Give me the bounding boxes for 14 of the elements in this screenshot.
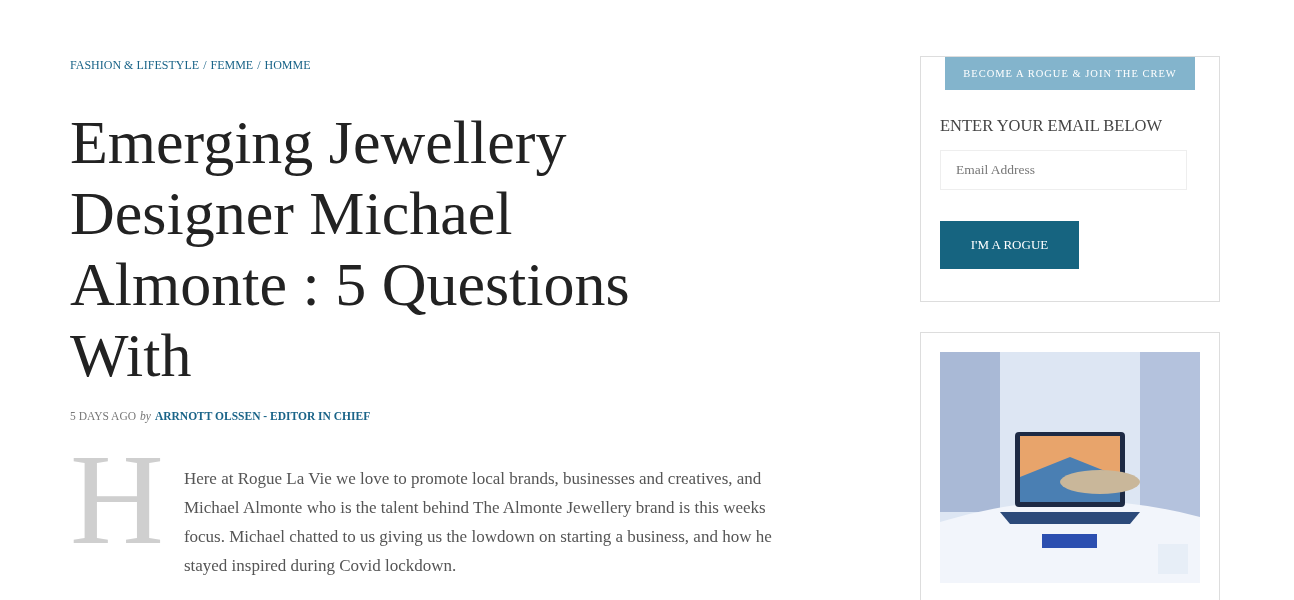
- breadcrumb-separator: /: [203, 58, 207, 73]
- signup-banner: BECOME A ROGUE & JOIN THE CREW: [945, 57, 1195, 90]
- byline-word: by: [140, 410, 151, 422]
- signup-button[interactable]: I'M A ROGUE: [940, 221, 1079, 269]
- category-link[interactable]: HOMME: [264, 58, 311, 73]
- category-link[interactable]: FASHION & LIFESTYLE: [70, 58, 200, 73]
- signup-heading: ENTER YOUR EMAIL BELOW: [940, 116, 1163, 136]
- category-link[interactable]: FEMME: [210, 58, 254, 73]
- intro-paragraph: Here at Rogue La Vie we love to promote local brands, businesses and creatives, and Michael Almonte who is the talent behind The Almonte Jewellery brand is this weeks focus. Michael chatted to us giving us the lowdown on starting a business, and how he stayed inspired during Covid lockdown.: [183, 468, 773, 577]
- article-title: Emerging Jewellery Designer Michael Almonte : 5 Questions With: [70, 107, 631, 391]
- author-link[interactable]: ARRNOTT OLSSEN - EDITOR IN CHIEF: [154, 410, 371, 422]
- post-date: 5 DAYS AGO: [70, 410, 137, 422]
- email-field[interactable]: Email Address: [940, 150, 1187, 190]
- breadcrumb-separator: /: [257, 58, 261, 73]
